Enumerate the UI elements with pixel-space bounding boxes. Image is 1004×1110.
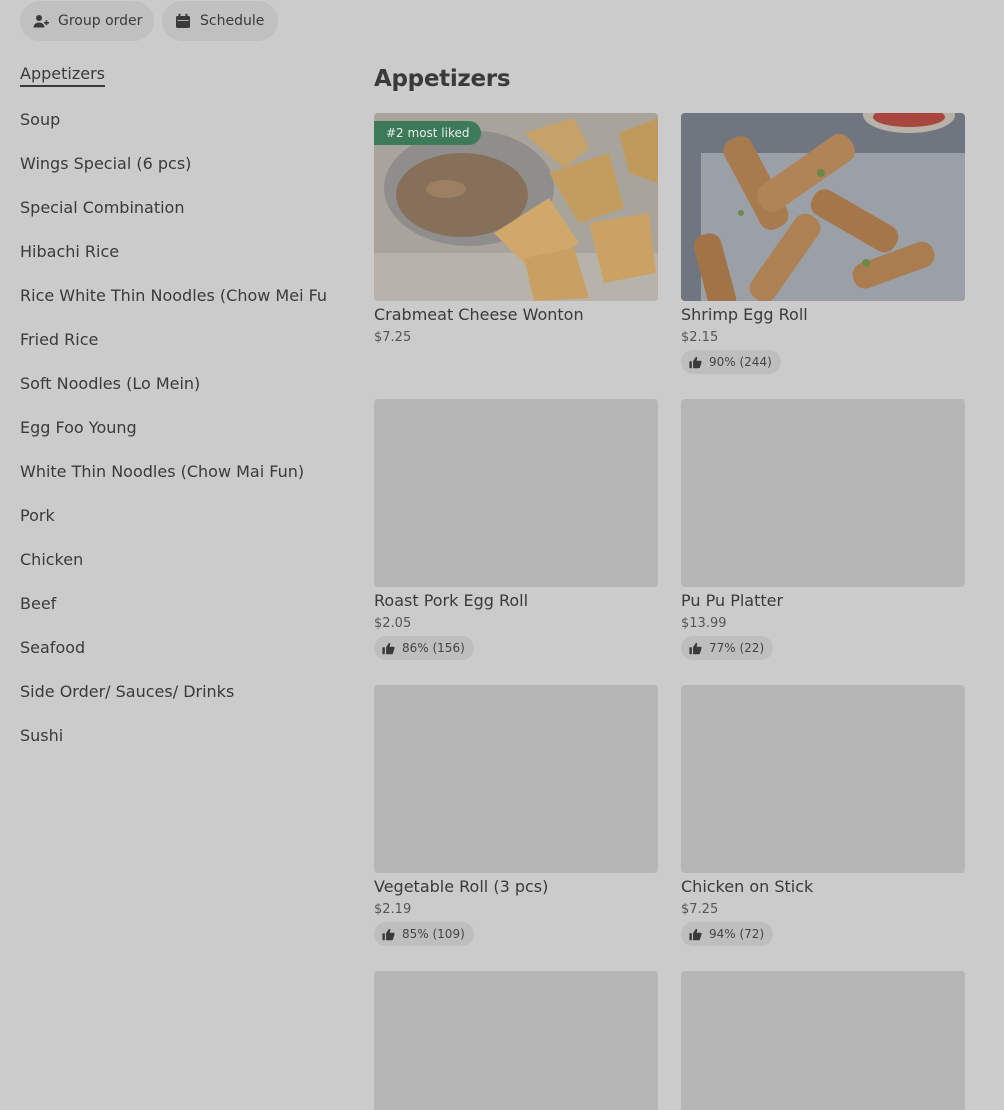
menu-item-card[interactable] [681,971,965,1110]
menu-item-card[interactable]: Vegetable Roll (3 pcs) $2.19 85% (109) [374,685,658,946]
menu-item-card[interactable]: Shrimp Egg Roll $2.15 90% (244) [681,113,965,374]
item-name: Vegetable Roll (3 pcs) [374,877,549,896]
sidebar-item-beef[interactable]: Beef [20,594,56,614]
rating-badge: 90% (244) [681,350,781,374]
item-price: $7.25 [374,330,412,345]
group-order-button[interactable]: Group order [20,1,154,41]
schedule-label: Schedule [200,13,265,29]
schedule-button[interactable]: Schedule [162,1,278,41]
sidebar-item-side-order[interactable]: Side Order/ Sauces/ Drinks [20,682,234,702]
sidebar-item-appetizers[interactable]: Appetizers [20,64,105,87]
section-title: Appetizers [374,66,511,92]
item-photo-placeholder [374,971,658,1110]
sidebar-item-seafood[interactable]: Seafood [20,638,85,658]
menu-item-card[interactable]: Chicken on Stick $7.25 94% (72) [681,685,965,946]
sidebar-item-rice-white-thin-noodles[interactable]: Rice White Thin Noodles (Chow Mei Fun) [20,286,327,306]
item-photo-placeholder [681,399,965,587]
thumbs-up-icon [689,928,702,940]
item-price: $7.25 [681,902,719,917]
menu-item-card[interactable]: Pu Pu Platter $13.99 77% (22) [681,399,965,660]
rating-text: 90% (244) [709,355,772,369]
rating-badge: 86% (156) [374,636,474,660]
menu-item-card[interactable] [374,971,658,1110]
rating-badge: 85% (109) [374,922,474,946]
thumbs-up-icon [382,928,395,940]
rating-badge: 94% (72) [681,922,774,946]
item-price: $2.05 [374,616,412,631]
sidebar-item-pork[interactable]: Pork [20,506,55,526]
item-price: $13.99 [681,616,727,631]
item-photo-placeholder [374,685,658,873]
sidebar-item-fried-rice[interactable]: Fried Rice [20,330,98,350]
rating-text: 86% (156) [402,641,465,655]
item-price: $2.15 [681,330,719,345]
sidebar-item-special-combination[interactable]: Special Combination [20,198,184,218]
rating-badge: 77% (22) [681,636,774,660]
sidebar-item-sushi[interactable]: Sushi [20,726,63,746]
item-photo-wonton: #2 most liked [374,113,658,301]
sidebar-item-soft-noodles[interactable]: Soft Noodles (Lo Mein) [20,374,200,394]
item-photo-placeholder [681,971,965,1110]
sidebar-item-wings-special[interactable]: Wings Special (6 pcs) [20,154,191,174]
rating-text: 77% (22) [709,641,765,655]
item-name: Chicken on Stick [681,877,814,896]
item-photo-placeholder [374,399,658,587]
menu-item-card[interactable]: #2 most liked Crabmeat Cheese Wonton $7.… [374,113,658,345]
add-person-icon [33,13,49,29]
sidebar-item-egg-foo-young[interactable]: Egg Foo Young [20,418,137,438]
sidebar-item-white-thin-noodles[interactable]: White Thin Noodles (Chow Mai Fun) [20,462,304,482]
item-photo-placeholder [681,685,965,873]
thumbs-up-icon [689,642,702,654]
item-name: Crabmeat Cheese Wonton [374,305,584,324]
sidebar-item-soup[interactable]: Soup [20,110,60,130]
group-order-label: Group order [58,13,143,29]
thumbs-up-icon [689,356,702,368]
item-name: Roast Pork Egg Roll [374,591,529,610]
item-name: Shrimp Egg Roll [681,305,808,324]
thumbs-up-icon [382,642,395,654]
rating-text: 94% (72) [709,927,765,941]
item-name: Pu Pu Platter [681,591,784,610]
item-price: $2.19 [374,902,412,917]
sidebar-item-chicken[interactable]: Chicken [20,550,83,570]
menu-item-card[interactable]: Roast Pork Egg Roll $2.05 86% (156) [374,399,658,660]
calendar-icon [175,13,191,29]
most-liked-badge: #2 most liked [374,121,481,145]
sidebar-item-hibachi-rice[interactable]: Hibachi Rice [20,242,119,262]
rating-text: 85% (109) [402,927,465,941]
item-photo-egg-roll [681,113,965,301]
